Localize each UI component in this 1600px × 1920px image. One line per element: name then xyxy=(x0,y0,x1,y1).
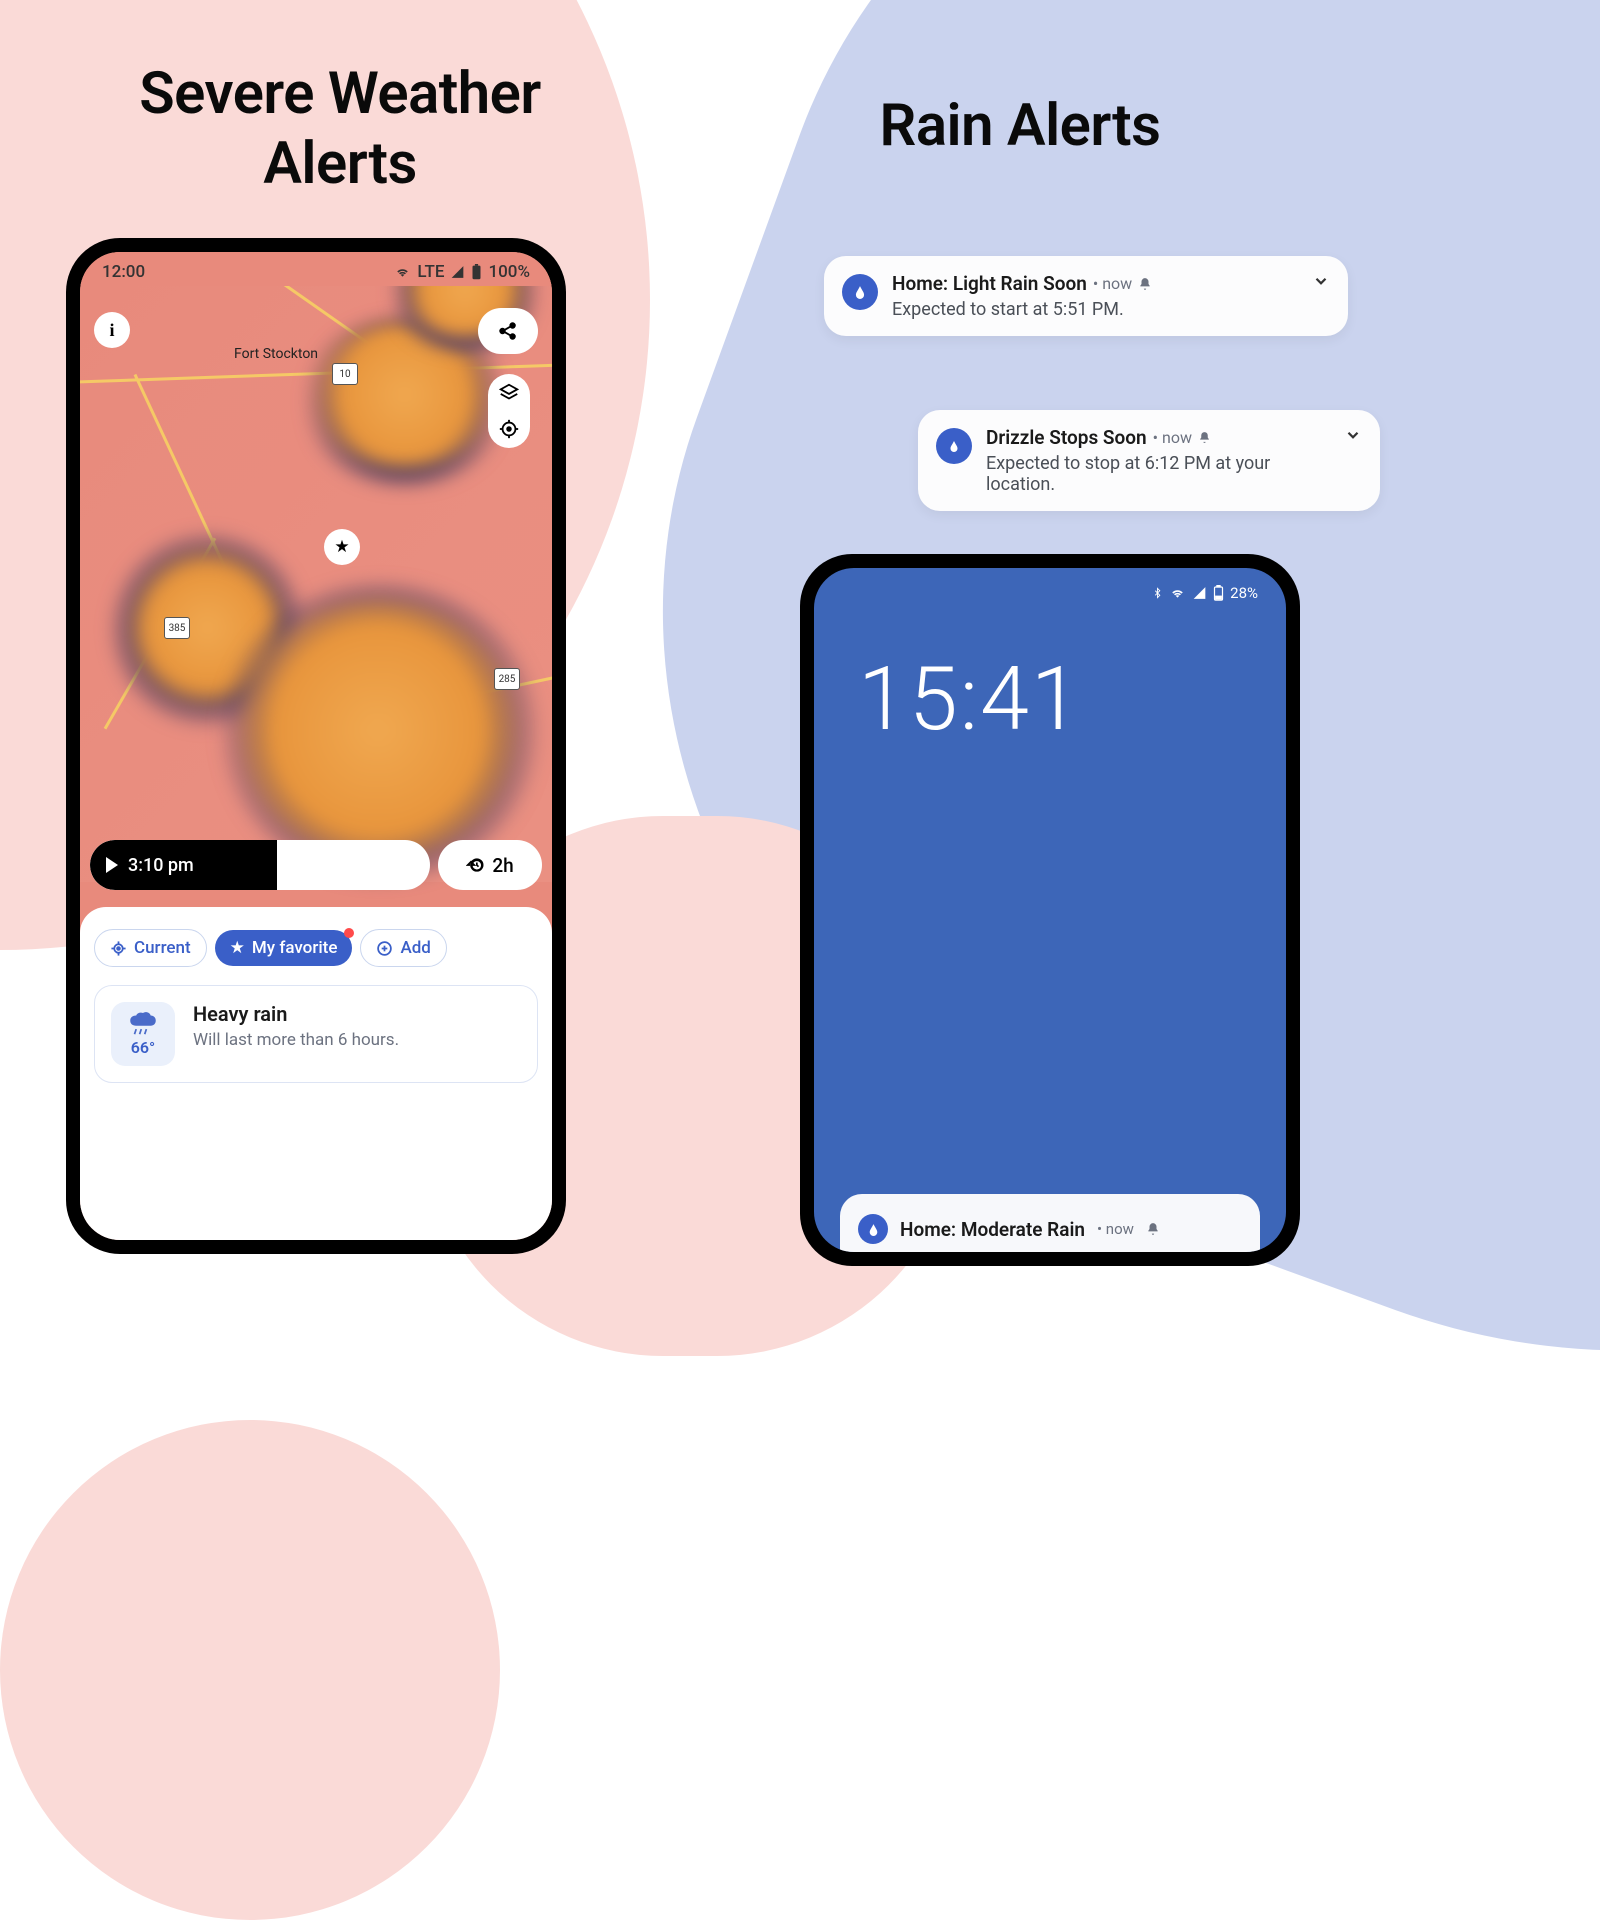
star-icon: ★ xyxy=(334,537,349,557)
signal-icon xyxy=(450,265,465,279)
chip-current-label: Current xyxy=(134,938,191,958)
app-badge-icon xyxy=(936,428,972,464)
status-time: 12:00 xyxy=(102,262,145,282)
notification-title: Home: Light Rain Soon xyxy=(892,272,1087,295)
route-shield: 285 xyxy=(494,668,520,690)
weather-icon-tile: 66° xyxy=(111,1002,175,1066)
heading-rain-alerts: Rain Alerts xyxy=(730,92,1310,162)
play-icon xyxy=(106,857,118,873)
app-badge-icon xyxy=(858,1214,888,1244)
weather-card-subtitle: Will last more than 6 hours. xyxy=(193,1030,399,1050)
map-city-label: Fort Stockton xyxy=(234,346,318,362)
bell-icon xyxy=(1146,1222,1160,1236)
status-bar: 12:00 LTE 100% xyxy=(80,252,552,286)
droplet-icon xyxy=(867,1222,880,1237)
chip-add-label: Add xyxy=(400,938,430,958)
target-icon xyxy=(110,940,127,957)
notification-title: Home: Moderate Rain xyxy=(900,1218,1085,1241)
heading-severe-weather: Severe Weather Alerts xyxy=(80,60,600,199)
favorite-location-pin[interactable]: ★ xyxy=(324,529,360,565)
bluetooth-icon xyxy=(1152,585,1163,601)
timeline-range-button[interactable]: 2h xyxy=(438,840,542,890)
star-icon: ★ xyxy=(230,938,245,958)
history-icon xyxy=(466,855,486,875)
notification-card[interactable]: Home: Light Rain Soon • now Expected to … xyxy=(824,256,1348,336)
wifi-icon xyxy=(1169,586,1186,600)
status-battery: 100% xyxy=(488,262,530,282)
info-icon: i xyxy=(109,320,114,341)
chip-add[interactable]: Add xyxy=(360,929,446,967)
layers-button[interactable] xyxy=(498,382,520,404)
weather-radar-map[interactable]: Fort Stockton 10 385 285 xyxy=(80,252,552,882)
timeline-time: 3:10 pm xyxy=(128,855,194,876)
notification-title: Drizzle Stops Soon xyxy=(986,426,1147,449)
bell-icon xyxy=(1198,431,1211,444)
droplet-icon xyxy=(948,439,960,453)
chevron-down-icon xyxy=(1344,426,1362,444)
wifi-icon xyxy=(394,265,411,279)
timeline-range-label: 2h xyxy=(492,854,513,877)
info-button[interactable]: i xyxy=(94,312,130,348)
notification-body: Expected to stop at 6:12 PM at your loca… xyxy=(986,453,1326,495)
status-battery: 28% xyxy=(1230,584,1258,602)
battery-icon xyxy=(1213,585,1224,601)
chip-favorite-label: My favorite xyxy=(252,938,338,958)
notification-meta: • now xyxy=(1093,274,1132,293)
chip-current[interactable]: Current xyxy=(94,929,207,967)
bell-icon xyxy=(1138,277,1152,291)
battery-icon xyxy=(471,264,482,280)
lockscreen-clock: 15:41 xyxy=(814,608,1286,751)
chevron-down-icon xyxy=(1312,272,1330,290)
plus-circle-icon xyxy=(376,940,393,957)
rain-cloud-icon xyxy=(126,1012,160,1036)
signal-icon xyxy=(1192,586,1207,600)
timeline-scrubber[interactable]: 3:10 pm xyxy=(90,840,430,890)
weather-card-title: Heavy rain xyxy=(193,1002,399,1026)
notification-meta: • now xyxy=(1097,1220,1134,1238)
status-network: LTE xyxy=(417,262,444,282)
locate-icon xyxy=(498,418,520,440)
notification-card[interactable]: Drizzle Stops Soon • now Expected to sto… xyxy=(918,410,1380,511)
chip-my-favorite[interactable]: ★ My favorite xyxy=(215,930,353,966)
layers-icon xyxy=(498,382,520,404)
weather-temp: 66° xyxy=(131,1038,155,1057)
locate-button[interactable] xyxy=(498,418,520,440)
droplet-icon xyxy=(853,284,867,300)
lockscreen-notification[interactable]: Home: Moderate Rain • now xyxy=(840,1194,1260,1252)
share-icon xyxy=(497,320,519,342)
weather-alert-card[interactable]: 66° Heavy rain Will last more than 6 hou… xyxy=(94,985,538,1083)
phone-mockup-left: 12:00 LTE 100% Fort Stockton xyxy=(66,238,566,1254)
route-shield: 385 xyxy=(164,617,190,639)
status-bar: 28% xyxy=(814,568,1286,608)
route-shield: 10 xyxy=(332,363,358,385)
share-button[interactable] xyxy=(478,308,538,354)
app-badge-icon xyxy=(842,274,878,310)
notification-body: Expected to start at 5:51 PM. xyxy=(892,299,1294,320)
expand-button[interactable] xyxy=(1312,272,1330,290)
notification-meta: • now xyxy=(1153,428,1192,447)
map-tools xyxy=(488,374,530,448)
phone-mockup-right: 28% 15:41 Home: Moderate Rain • now xyxy=(800,554,1300,1266)
expand-button[interactable] xyxy=(1344,426,1362,444)
bottom-sheet: Current ★ My favorite Add 66° Heavy rain xyxy=(80,907,552,1240)
